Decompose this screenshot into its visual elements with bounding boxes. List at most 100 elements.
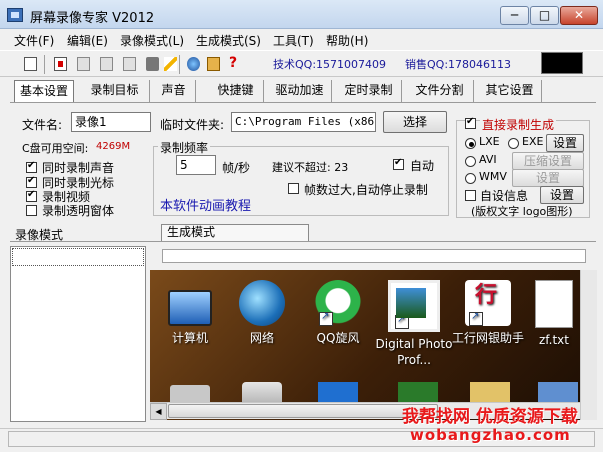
record-cursor-checkbox[interactable] (26, 175, 37, 188)
tutorial-link[interactable]: 本软件动画教程 (160, 195, 251, 214)
tab-driver-accel[interactable]: 驱动加速 (268, 80, 332, 102)
shortcut-arrow-icon (395, 312, 409, 329)
disk-space-value: 4269M (96, 141, 131, 152)
tab-file-split[interactable]: 文件分割 (406, 80, 474, 102)
globe-icon[interactable] (183, 54, 203, 74)
menu-record-mode[interactable]: 录像模式(L) (120, 32, 184, 49)
tech-qq-text: 技术QQ:1571007409 (273, 58, 387, 71)
record-frequency-title: 录制频率 (158, 139, 211, 156)
progress-bar (162, 249, 586, 263)
record-video-checkbox[interactable] (26, 189, 37, 202)
compress-settings-button[interactable]: 压缩设置 (512, 152, 584, 170)
wmv-radio[interactable] (465, 173, 476, 184)
pen-icon[interactable] (160, 54, 180, 74)
desktop-preview[interactable]: 计算机 网络 QQ旋风 Digital Photo Prof... 工行网银助手… (150, 270, 580, 420)
desktop-icon-label: zf.txt (539, 333, 569, 347)
copyright-logo-note: (版权文字 logo图形) (471, 205, 573, 218)
text-file-icon (535, 280, 573, 328)
tab-basic-settings[interactable]: 基本设置 (14, 80, 74, 102)
settings-button[interactable]: 设置 (546, 134, 584, 152)
tab-strip-divider (10, 102, 596, 103)
avi-radio[interactable] (465, 156, 476, 167)
desktop-icon-digital-photo[interactable]: Digital Photo Prof... (374, 280, 454, 368)
horizontal-scroll-thumb[interactable] (168, 404, 438, 418)
maximize-button[interactable]: □ (530, 6, 559, 25)
new-file-icon[interactable] (20, 54, 40, 74)
custom-info-checkbox[interactable] (465, 190, 476, 201)
menu-tools[interactable]: 工具(T) (273, 32, 314, 49)
wmv-label: WMV (479, 170, 507, 183)
toolbar-separator (44, 55, 45, 74)
camera-icon[interactable] (142, 54, 162, 74)
desktop-icon-label: 网络 (249, 331, 274, 345)
menu-help[interactable]: 帮助(H) (326, 32, 368, 49)
tab-timed-record[interactable]: 定时录制 (336, 80, 402, 102)
fps-input[interactable]: 5 (176, 155, 216, 175)
digital-photo-icon (388, 280, 440, 332)
icbc-bank-icon (465, 280, 511, 326)
avi-label: AVI (479, 153, 497, 166)
record-list[interactable] (10, 246, 146, 422)
desktop-icon-network[interactable]: 网络 (222, 280, 302, 346)
record-icon[interactable] (50, 54, 70, 74)
direct-generate-label: 直接录制生成 (480, 116, 557, 133)
desktop-icon-label: Digital Photo Prof... (375, 337, 453, 367)
shortcut-arrow-icon (319, 309, 333, 326)
desktop-icon-label: QQ旋风 (316, 331, 360, 345)
tab-record-target[interactable]: 录制目标 (80, 80, 150, 102)
desktop-icon-zf-txt[interactable]: zf.txt (524, 280, 580, 348)
generate-mode-tab[interactable]: 生成模式 (161, 224, 309, 241)
preview-thumbnail (541, 52, 583, 74)
menu-file[interactable]: 文件(F) (14, 32, 54, 49)
scroll-left-icon[interactable]: ◀ (150, 403, 167, 420)
desktop-icon-icbc-helper[interactable]: 工行网银助手 (448, 280, 528, 346)
auto-fps-checkbox[interactable] (393, 157, 404, 170)
watermark-text: 我帮找网 优质资源下载 (402, 407, 578, 427)
vertical-scrollbar[interactable] (580, 270, 597, 420)
menu-generate-mode[interactable]: 生成模式(S) (196, 32, 261, 49)
disk-space-label: C盘可用空间: (22, 142, 89, 155)
auto-stop-checkbox[interactable] (288, 183, 299, 194)
lxe-radio[interactable] (465, 138, 476, 149)
app-icon (7, 8, 23, 22)
network-globe-icon (239, 280, 285, 326)
temp-folder-input[interactable]: C:\Program Files (x86)\ (231, 112, 376, 132)
tab-other-settings[interactable]: 其它设置 (478, 80, 542, 102)
auto-fps-label: 自动 (410, 159, 435, 173)
close-button[interactable]: ✕ (560, 6, 598, 25)
pause-icon[interactable] (73, 54, 93, 74)
desktop-icon-qq-whirlwind[interactable]: QQ旋风 (298, 280, 378, 346)
menu-edit[interactable]: 编辑(E) (67, 32, 108, 49)
wmv-settings-button[interactable]: 设置 (512, 169, 584, 187)
toolbar-separator (179, 55, 180, 74)
gift-icon[interactable] (203, 54, 223, 74)
filename-input[interactable]: 录像1 (71, 112, 151, 132)
lxe-label: LXE (479, 135, 500, 148)
computer-icon (168, 290, 212, 326)
record-sound-checkbox[interactable] (26, 160, 37, 173)
minimize-button[interactable]: ─ (500, 6, 529, 25)
desktop-icon-label: 工行网银助手 (451, 331, 524, 345)
help-icon[interactable]: ? (223, 54, 243, 74)
exe-label: EXE (522, 135, 544, 148)
record-transparent-label: 录制透明窗体 (42, 204, 115, 218)
direct-generate-checkbox[interactable] (465, 116, 476, 129)
lower-divider (10, 241, 596, 242)
auto-stop-label: 帧数过大,自动停止录制 (304, 183, 428, 197)
tab-hotkey[interactable]: 快捷键 (208, 80, 264, 102)
window-title: 屏幕录像专家 V2012 (30, 11, 155, 26)
choose-folder-button[interactable]: 选择 (383, 111, 447, 133)
play-icon[interactable] (119, 54, 139, 74)
record-transparent-checkbox[interactable] (26, 205, 37, 216)
menu-bar: 文件(F) 编辑(E) 录像模式(L) 生成模式(S) 工具(T) 帮助(H) (0, 29, 603, 50)
shortcut-arrow-icon (469, 309, 483, 326)
desktop-icon-computer[interactable]: 计算机 (150, 280, 230, 346)
watermark-url: wobangzhao.com (410, 426, 571, 444)
desktop-icon-label: 计算机 (171, 331, 208, 345)
sales-qq-text: 销售QQ:178046113 (405, 58, 512, 71)
tab-sound[interactable]: 声音 (152, 80, 196, 102)
fps-suggest-label: 建议不超过: 23 (272, 161, 349, 174)
custom-info-settings-button[interactable]: 设置 (540, 186, 584, 204)
exe-radio[interactable] (508, 138, 519, 149)
stop-icon[interactable] (96, 54, 116, 74)
